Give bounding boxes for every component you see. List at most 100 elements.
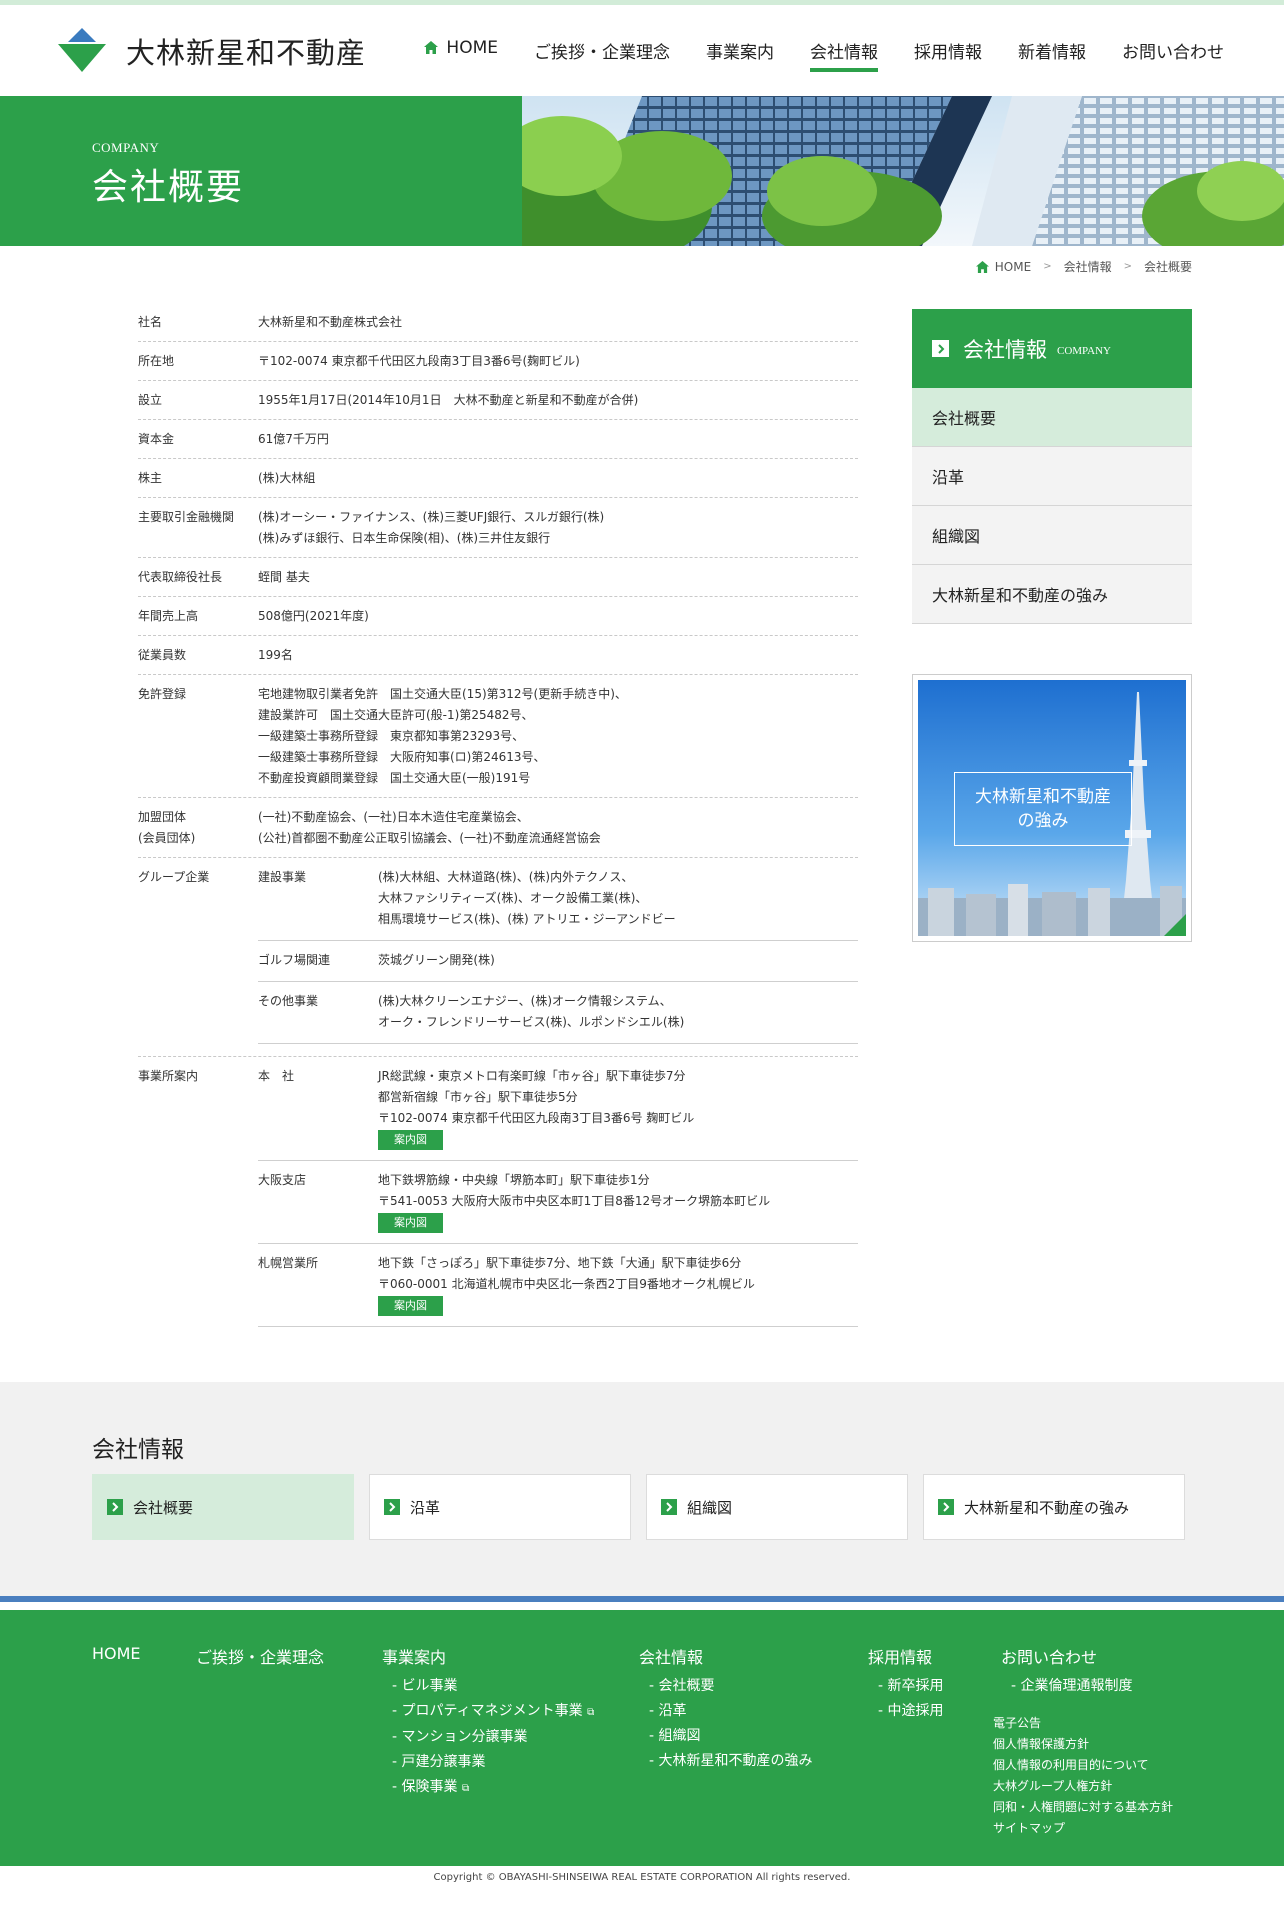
value-line: 相馬環境サービス(株)、(株) アトリエ・ジーアンドビー — [378, 912, 676, 926]
banner-label: 大林新星和不動産 の強み — [954, 772, 1132, 846]
group-companies: 茨城グリーン開発(株) — [378, 950, 858, 971]
footer-heading-company[interactable]: 会社情報 — [639, 1644, 813, 1668]
nav-greeting[interactable]: ご挨拶・企業理念 — [534, 38, 670, 72]
nav-home-label: HOME — [446, 38, 498, 58]
site-logo[interactable]: 大林新星和不動産 — [58, 28, 366, 74]
footer-link[interactable]: - マンション分譲事業 — [382, 1725, 594, 1750]
strengths-banner[interactable]: 大林新星和不動産 の強み — [912, 674, 1192, 942]
value-line: 地下鉄堺筋線・中央線「堺筋本町」駅下車徒歩1分 — [378, 1173, 650, 1187]
footer-heading-contact[interactable]: お問い合わせ — [1001, 1644, 1173, 1668]
footer-link[interactable]: - 企業倫理通報制度 — [1001, 1674, 1173, 1699]
footer-link[interactable]: 同和・人権問題に対する基本方針 — [993, 1797, 1173, 1818]
office-name: 札幌営業所 — [258, 1256, 319, 1270]
breadcrumb-company[interactable]: 会社情報 — [1064, 258, 1112, 275]
footer-link[interactable]: - 新卒採用 — [868, 1674, 944, 1699]
card-strengths[interactable]: 大林新星和不動産の強み — [923, 1474, 1185, 1540]
map-button[interactable]: 案内図 — [378, 1213, 443, 1233]
table-row: 設立 1955年1月17日(2014年10月1日 大林不動産と新星和不動産が合併) — [138, 381, 858, 420]
hero-image — [522, 96, 1284, 246]
section-title: 会社情報 — [92, 1437, 184, 1463]
chevron-right-icon — [107, 1499, 123, 1515]
value-line: 茨城グリーン開発(株) — [378, 953, 495, 967]
row-value: 199名 — [258, 645, 858, 666]
footer-heading-recruit[interactable]: 採用情報 — [868, 1644, 944, 1668]
table-row: 社名 大林新星和不動産株式会社 — [138, 303, 858, 342]
footer-link[interactable]: サイトマップ — [993, 1818, 1173, 1839]
nav-recruit[interactable]: 採用情報 — [914, 38, 982, 72]
card-label: 大林新星和不動産の強み — [964, 1498, 1130, 1517]
logo-mark-icon — [58, 28, 106, 72]
banner-text-line: 大林新星和不動産 — [975, 787, 1111, 807]
sidebar-header: 会社情報 COMPANY — [912, 309, 1192, 388]
footer-col-greeting: ご挨拶・企業理念 — [196, 1644, 324, 1668]
card-history[interactable]: 沿革 — [369, 1474, 631, 1540]
footer-link[interactable]: - 大林新星和不動産の強み — [639, 1749, 813, 1774]
nav-news[interactable]: 新着情報 — [1018, 38, 1086, 72]
footer-link[interactable]: 電子公告 — [993, 1713, 1173, 1734]
value-line: (一社)不動産協会、(一社)日本木造住宅産業協会、 — [258, 810, 529, 824]
value-line: 建設業許可 国土交通大臣許可(般-1)第25482号、 — [258, 708, 534, 722]
row-value: 508億円(2021年度) — [258, 606, 858, 627]
footer-link-label: - 保険事業 — [392, 1779, 458, 1795]
card-overview[interactable]: 会社概要 — [92, 1474, 354, 1540]
row-value: 1955年1月17日(2014年10月1日 大林不動産と新星和不動産が合併) — [258, 390, 858, 411]
value-line: 一級建築士事務所登録 東京都知事第23293号、 — [258, 729, 525, 743]
table-row: 加盟団体 (会員団体) (一社)不動産協会、(一社)日本木造住宅産業協会、 (公社)首… — [138, 798, 858, 858]
top-accent-line — [0, 0, 1284, 5]
nav-contact[interactable]: お問い合わせ — [1122, 38, 1224, 72]
nav-home[interactable]: HOME — [424, 38, 498, 72]
map-button[interactable]: 案内図 — [378, 1296, 443, 1316]
footer-col-recruit: 採用情報 - 新卒採用 - 中途採用 — [868, 1644, 944, 1724]
footer-link[interactable]: 大林グループ人権方針 — [993, 1776, 1173, 1797]
row-label-line: (会員団体) — [138, 831, 196, 845]
footer-link[interactable]: - プロパティマネジメント事業 ⧉ — [382, 1699, 594, 1725]
sidebar-item-organization[interactable]: 組織図 — [912, 506, 1192, 565]
sidebar-item-strengths[interactable]: 大林新星和不動産の強み — [912, 565, 1192, 624]
nav-business[interactable]: 事業案内 — [706, 38, 774, 72]
banner-image: 大林新星和不動産 の強み — [918, 680, 1186, 936]
value-line: オーク・フレンドリーサービス(株)、ルポンドシエル(株) — [378, 1015, 685, 1029]
value-line: 61億7千万円 — [258, 432, 329, 446]
group-category: ゴルフ場関連 — [258, 953, 331, 967]
row-label: 従業員数 — [138, 648, 187, 662]
chevron-right-icon — [938, 1499, 954, 1515]
card-organization[interactable]: 組織図 — [646, 1474, 908, 1540]
footer-link[interactable]: - ビル事業 — [382, 1674, 594, 1699]
office-detail: JR総武線・東京メトロ有楽町線「市ヶ谷」駅下車徒歩7分 都営新宿線「市ヶ谷」駅下車… — [378, 1066, 858, 1150]
footer-heading-business[interactable]: 事業案内 — [382, 1644, 594, 1668]
card-label: 沿革 — [410, 1498, 441, 1517]
footer-link[interactable]: - 戸建分譲事業 — [382, 1750, 594, 1775]
row-value: (一社)不動産協会、(一社)日本木造住宅産業協会、 (公社)首都圏不動産公正取引協… — [258, 807, 858, 849]
row-label: 社名 — [138, 315, 163, 329]
value-line: 一級建築士事務所登録 大阪府知事(ロ)第24613号、 — [258, 750, 546, 764]
page-hero: COMPANY 会社概要 — [0, 96, 1284, 246]
value-line: (株)大林組 — [258, 471, 316, 485]
footer-link[interactable]: - 会社概要 — [639, 1674, 813, 1699]
footer-link[interactable]: - 保険事業 ⧉ — [382, 1775, 594, 1801]
footer-link[interactable]: - 組織図 — [639, 1724, 813, 1749]
footer-link[interactable]: - 沿革 — [639, 1699, 813, 1724]
value-line: (株)大林クリーンエナジー、(株)オーク情報システム、 — [378, 994, 672, 1008]
global-nav: HOME ご挨拶・企業理念 事業案内 会社情報 採用情報 新着情報 お問い合わせ — [388, 38, 1224, 72]
breadcrumb-home[interactable]: HOME — [995, 260, 1031, 274]
value-line: 都営新宿線「市ヶ谷」駅下車徒歩5分 — [378, 1090, 578, 1104]
company-profile-table: 社名 大林新星和不動産株式会社 所在地 〒102-0074 東京都千代田区九段南3丁… — [138, 303, 858, 1335]
row-value: 〒102-0074 東京都千代田区九段南3丁目3番6号(麹町ビル) — [258, 351, 858, 372]
value-line: 〒102-0074 東京都千代田区九段南3丁目3番6号(麹町ビル) — [258, 354, 580, 368]
nav-company[interactable]: 会社情報 — [810, 38, 878, 72]
footer-link[interactable]: - 中途採用 — [868, 1699, 944, 1724]
table-row: 所在地 〒102-0074 東京都千代田区九段南3丁目3番6号(麹町ビル) — [138, 342, 858, 381]
footer-link-greeting[interactable]: ご挨拶・企業理念 — [196, 1648, 324, 1667]
footer-link[interactable]: 個人情報保護方針 — [993, 1734, 1173, 1755]
table-row-group-companies: グループ企業 建設事業 (株)大林組、大林道路(株)、(株)内外テクノス、 大林ファ… — [138, 858, 858, 1057]
sidebar-item-overview[interactable]: 会社概要 — [912, 388, 1192, 447]
office-name: 本 社 — [258, 1069, 295, 1083]
sidebar-item-history[interactable]: 沿革 — [912, 447, 1192, 506]
row-value: (株)オーシー・ファイナンス、(株)三菱UFJ銀行、スルガ銀行(株) (株)みずほ… — [258, 507, 858, 549]
footer-link[interactable]: 個人情報の利用目的について — [993, 1755, 1173, 1776]
map-button[interactable]: 案内図 — [378, 1130, 443, 1150]
group-company-item: ゴルフ場関連 茨城グリーン開発(株) — [258, 941, 858, 982]
footer-link-home[interactable]: HOME — [92, 1644, 141, 1663]
value-line: 〒541-0053 大阪府大阪市中央区本町1丁目8番12号オーク堺筋本町ビル — [378, 1194, 771, 1208]
hero-title-panel: COMPANY 会社概要 — [0, 96, 522, 246]
